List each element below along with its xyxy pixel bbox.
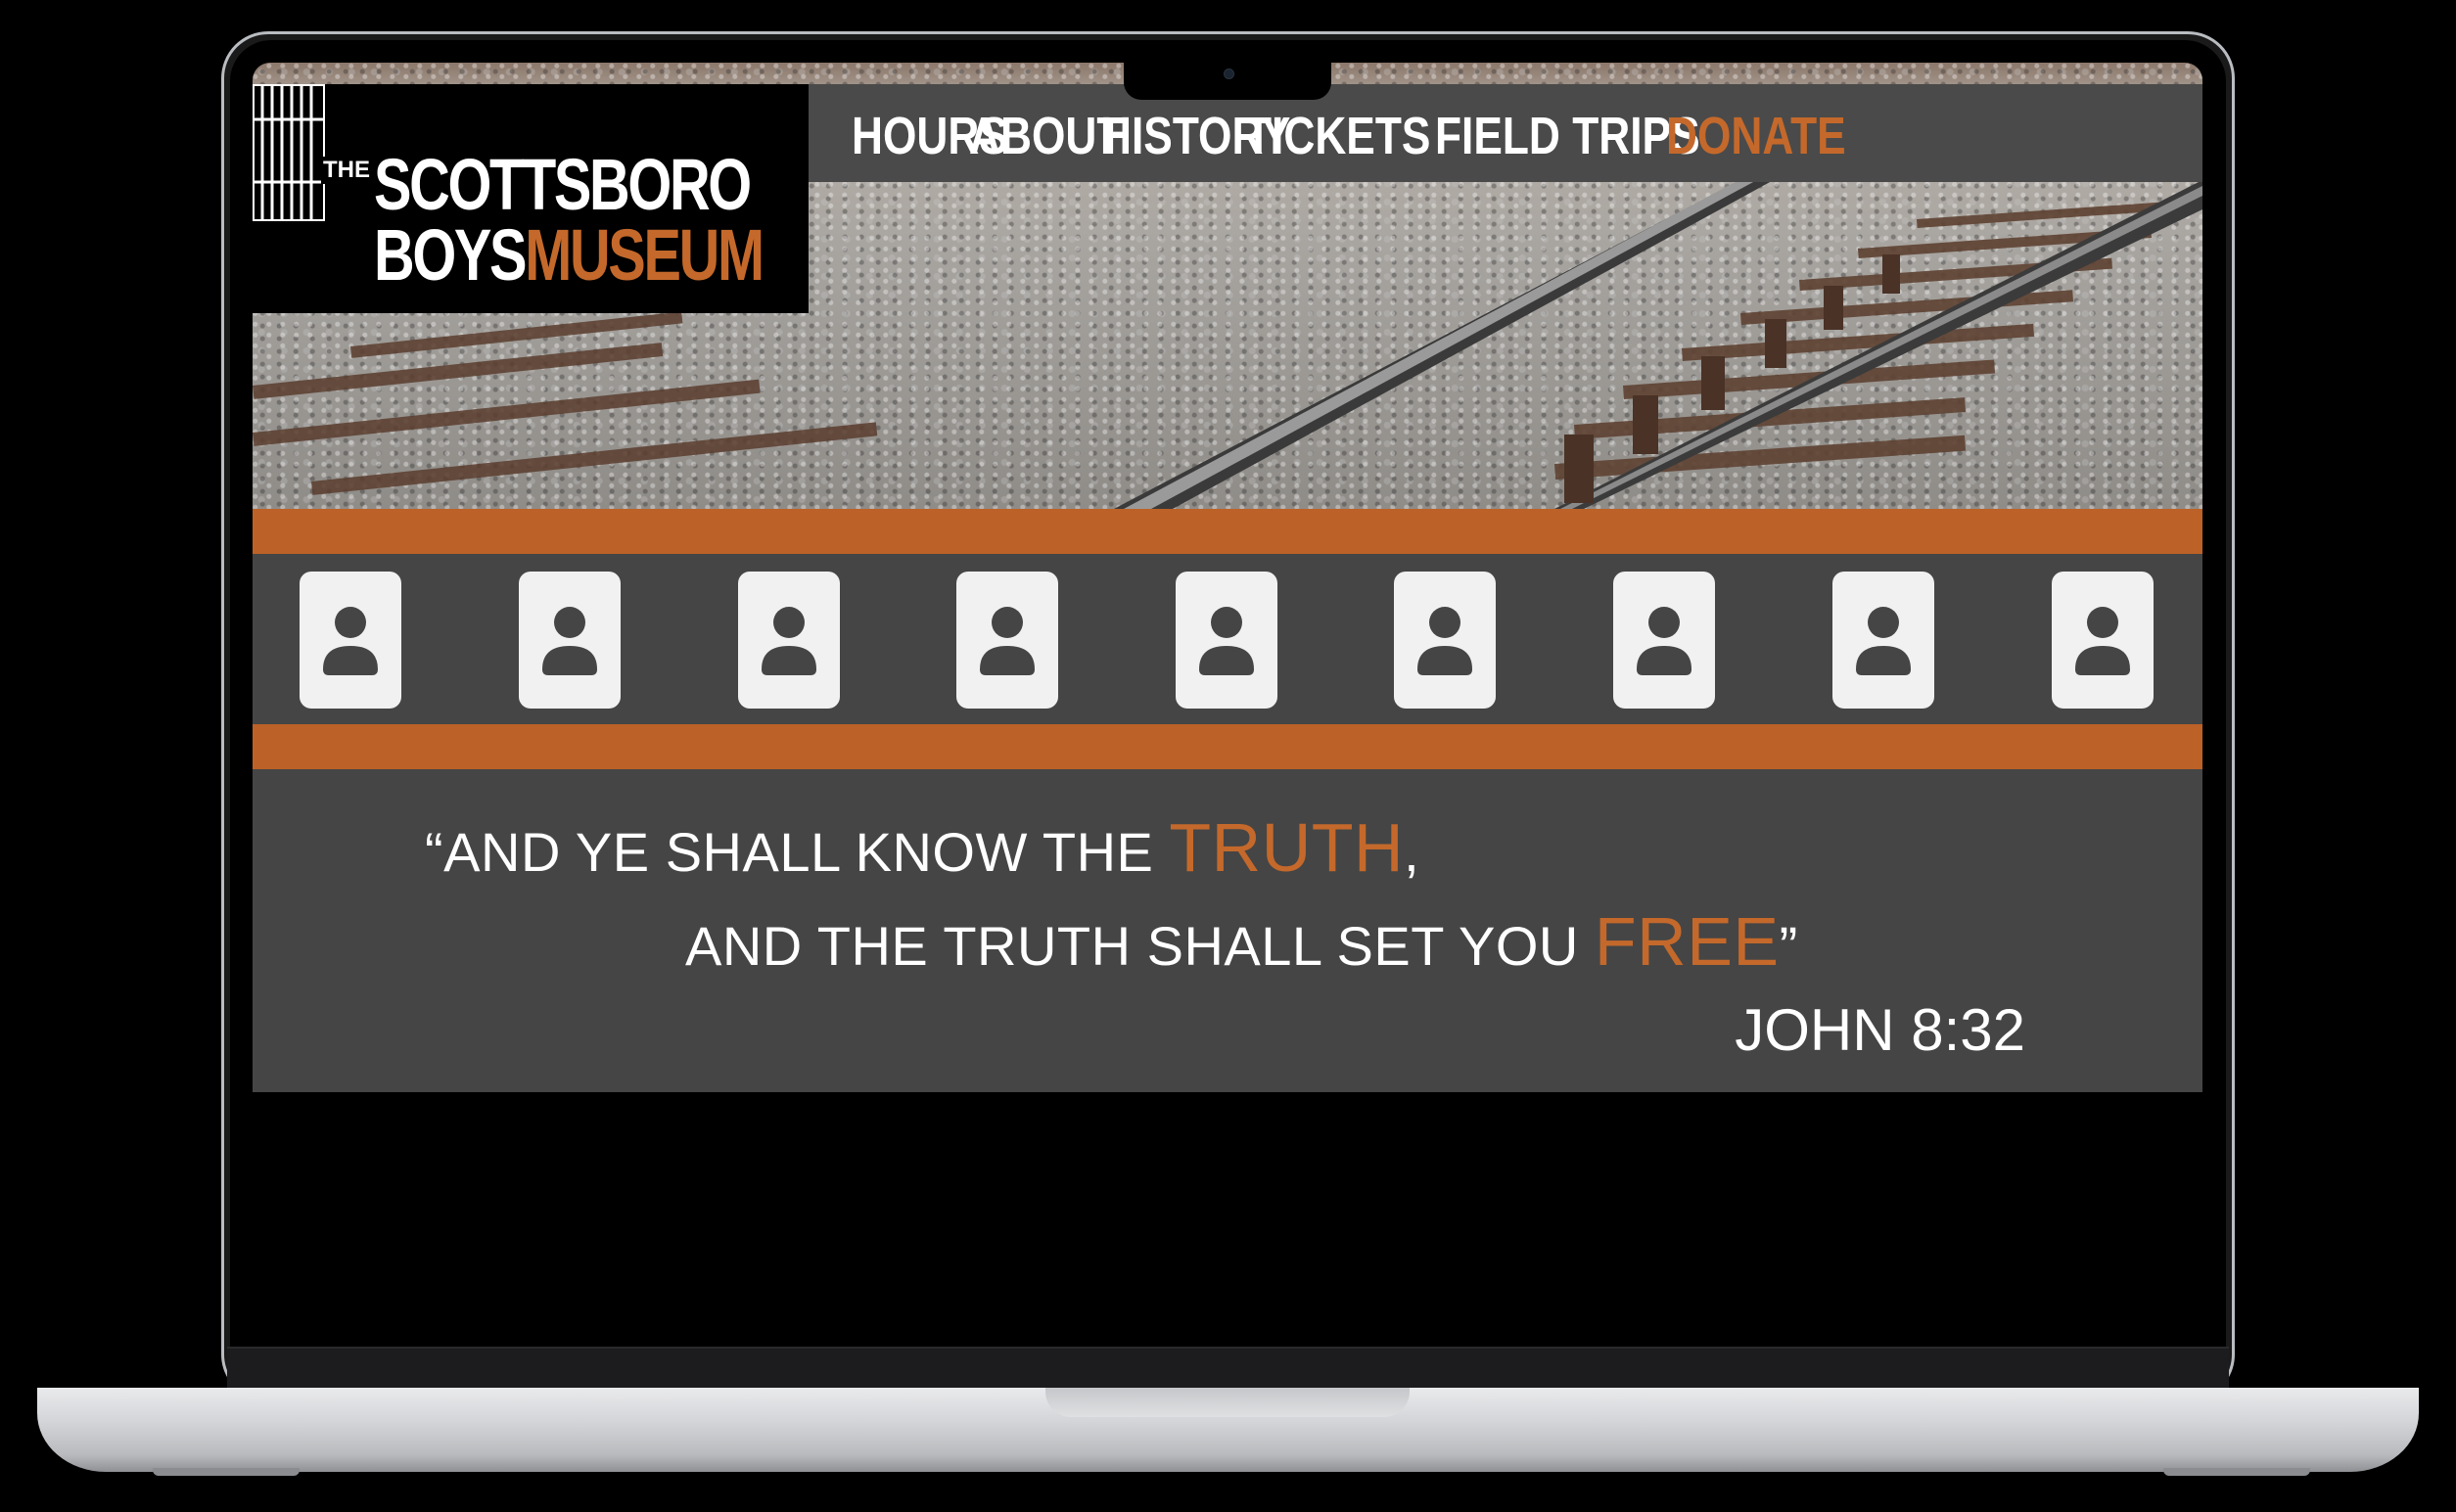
person-icon — [1637, 607, 1691, 675]
quote-truth-highlight: TRUTH — [1169, 809, 1405, 886]
person-icon — [1417, 607, 1472, 675]
orange-stripe-top — [253, 509, 2202, 554]
portrait-card-6[interactable] — [1394, 572, 1496, 709]
person-icon — [323, 607, 378, 675]
portrait-card-4[interactable] — [956, 572, 1058, 709]
quote-line-2-text: AND THE TRUTH SHALL SET YOU — [685, 915, 1595, 977]
person-icon — [762, 607, 816, 675]
nav-tickets-link[interactable]: TICKETS — [1245, 106, 1430, 166]
jail-gate-icon — [253, 84, 325, 221]
person-icon — [1856, 607, 1911, 675]
portrait-card-7[interactable] — [1613, 572, 1715, 709]
logo-museum-text: MUSEUM — [525, 214, 765, 296]
camera-icon — [1224, 69, 1234, 79]
quote-line-1: “AND YE SHALL KNOW THE TRUTH, — [425, 808, 1419, 887]
portrait-strip — [253, 554, 2202, 724]
screen-bottom-bezel — [227, 1347, 2229, 1392]
quote-line-1-text: “AND YE SHALL KNOW THE — [425, 821, 1170, 883]
person-icon — [2075, 607, 2130, 675]
portrait-card-9[interactable] — [2052, 572, 2154, 709]
person-icon — [980, 607, 1035, 675]
quote-closing-mark: ” — [1779, 915, 1798, 977]
portrait-card-2[interactable] — [519, 572, 621, 709]
laptop-opening-notch — [1045, 1388, 1410, 1417]
logo-boys-text: BOYS — [374, 214, 528, 296]
main-navigation: HOURS ABOUT HISTORY TICKETS FIELD TRIPS … — [809, 84, 2202, 182]
hero-railroad-image: THE SCOTTSBORO BOYSMUSEUM HOURS ABOUT HI… — [253, 63, 2202, 509]
quote-free-highlight: FREE — [1594, 903, 1780, 980]
person-icon — [542, 607, 597, 675]
logo-line-two: BOYSMUSEUM — [374, 213, 765, 297]
portrait-card-8[interactable] — [1832, 572, 1934, 709]
quote-reference: JOHN 8:32 — [1735, 997, 2025, 1063]
orange-stripe-bottom — [253, 724, 2202, 769]
portrait-card-5[interactable] — [1176, 572, 1277, 709]
nav-donate-link[interactable]: DONATE — [1666, 106, 1846, 166]
quote-line-2: AND THE TRUTH SHALL SET YOU FREE” — [685, 902, 1798, 981]
quote-section: “AND YE SHALL KNOW THE TRUTH, AND THE TR… — [253, 769, 2202, 1092]
logo-the-text: THE — [321, 157, 372, 184]
laptop-foot-left — [153, 1468, 300, 1476]
portrait-card-3[interactable] — [738, 572, 840, 709]
website-viewport: THE SCOTTSBORO BOYSMUSEUM HOURS ABOUT HI… — [253, 63, 2202, 1347]
nav-field-trips-link[interactable]: FIELD TRIPS — [1435, 106, 1700, 166]
person-icon — [1199, 607, 1254, 675]
quote-line-1-comma: , — [1404, 821, 1420, 883]
museum-logo[interactable]: THE SCOTTSBORO BOYSMUSEUM — [253, 84, 809, 313]
laptop-foot-right — [2163, 1468, 2310, 1476]
portrait-card-1[interactable] — [300, 572, 401, 709]
